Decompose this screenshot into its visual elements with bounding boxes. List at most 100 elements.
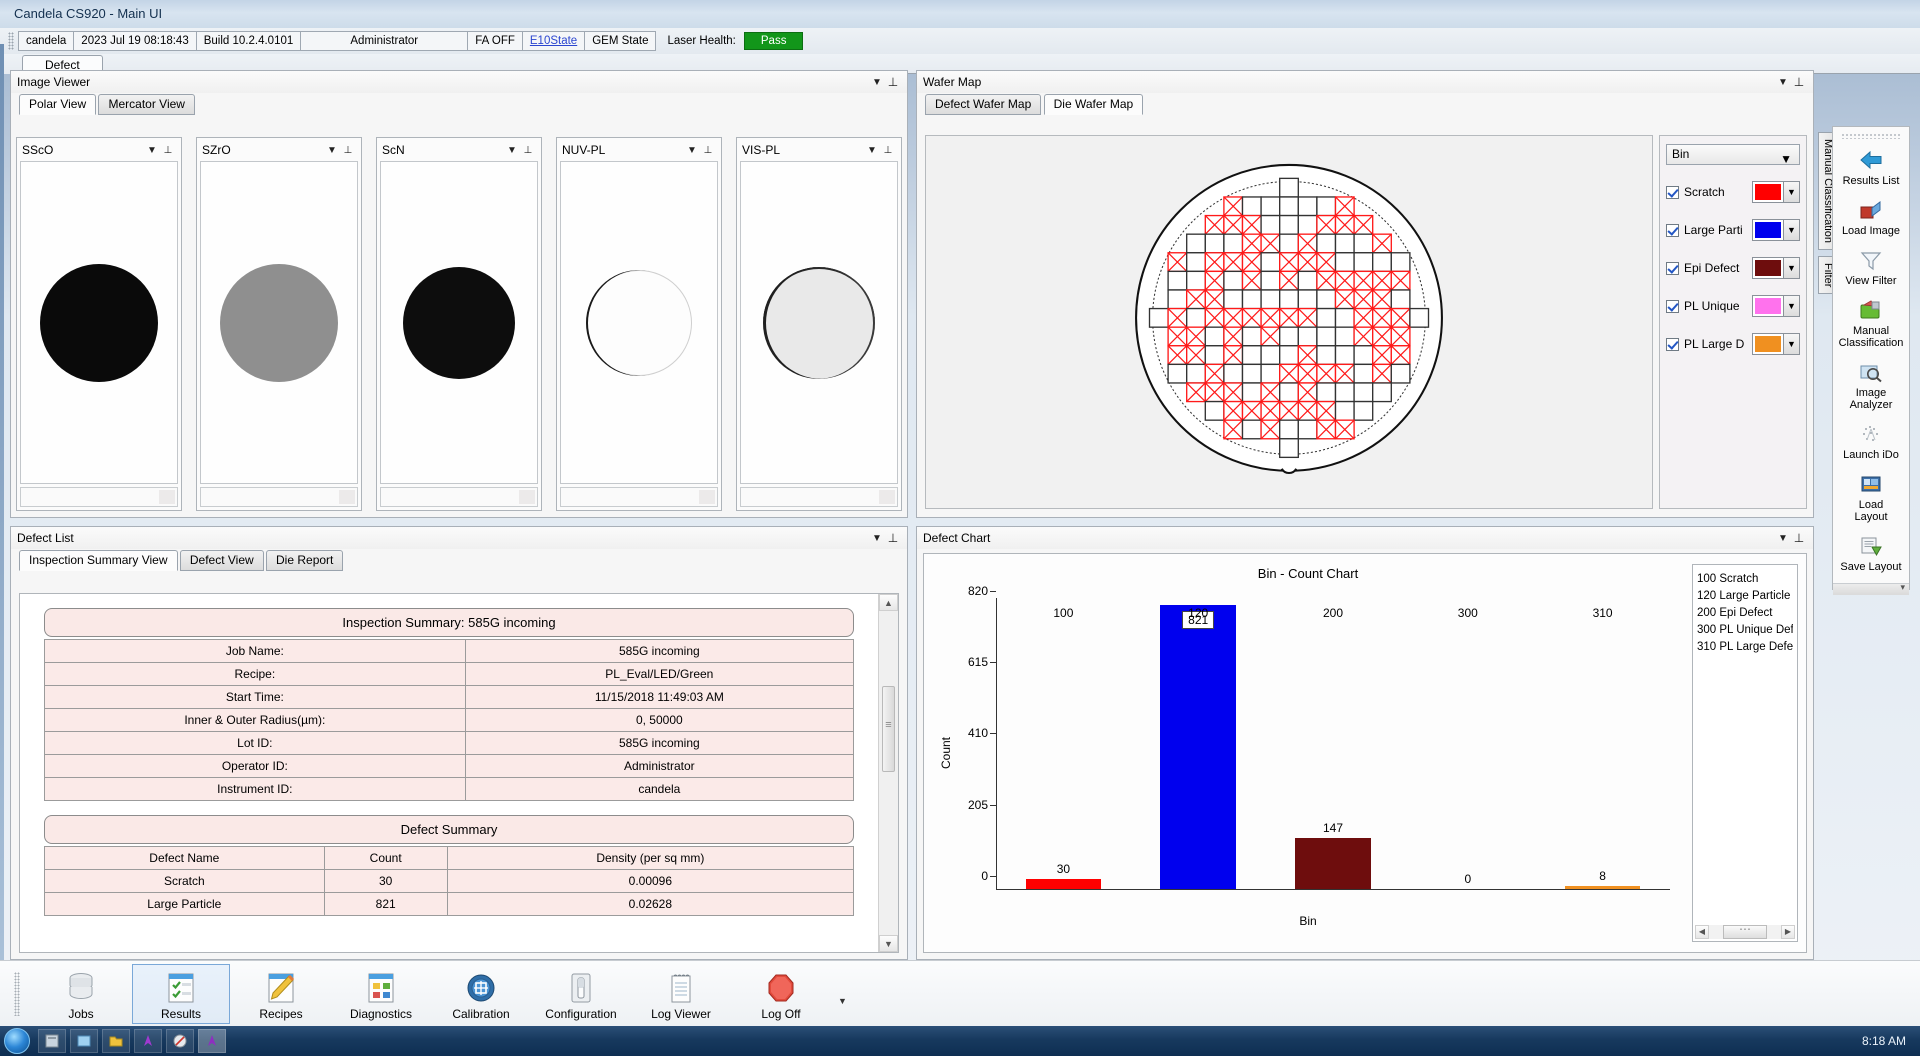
wafer-die-cell[interactable] — [1391, 253, 1410, 272]
palette-drag-handle[interactable] — [1841, 133, 1901, 139]
tab-defect-view[interactable]: Defect View — [180, 550, 264, 571]
pin-icon[interactable]: ⊥ — [885, 531, 901, 545]
wafer-die-cell[interactable] — [1261, 216, 1280, 235]
taskbar-item-candela[interactable] — [198, 1029, 226, 1053]
wafer-die-cell[interactable] — [1298, 197, 1317, 216]
wafer-die-cell[interactable] — [1205, 346, 1224, 365]
bin-color-picker[interactable]: ▼ — [1752, 295, 1800, 317]
pin-icon[interactable]: ⊥ — [880, 145, 896, 156]
tab-inspection-summary-view[interactable]: Inspection Summary View — [19, 550, 178, 571]
chart-bar-group[interactable]: 30100 — [1026, 598, 1101, 889]
wafer-die-cell[interactable] — [1150, 309, 1169, 328]
wafer-die-cell[interactable] — [1261, 271, 1280, 290]
tool-results-list[interactable]: Results List — [1833, 143, 1909, 193]
bin-checkbox[interactable] — [1666, 186, 1679, 199]
image-channel-vis-pl[interactable]: VIS-PL ▼ ⊥ — [736, 137, 902, 511]
wafer-die-cell[interactable] — [1298, 271, 1317, 290]
pin-icon[interactable]: ⊥ — [1791, 75, 1807, 89]
pin-icon[interactable]: ⊥ — [1791, 531, 1807, 545]
wafer-die-cell[interactable] — [1317, 346, 1336, 365]
chevron-down-icon[interactable]: ▼ — [1783, 334, 1799, 354]
scroll-track[interactable] — [1709, 925, 1781, 939]
pin-icon[interactable]: ⊥ — [340, 145, 356, 156]
wafer-die-cell[interactable] — [1261, 346, 1280, 365]
image-channel-scrollbar[interactable] — [380, 487, 538, 507]
chevron-down-icon[interactable]: ▼ — [869, 533, 885, 544]
nav-diagnostics[interactable]: Diagnostics — [332, 964, 430, 1024]
wafer-die-cell[interactable] — [1280, 420, 1299, 439]
nav-jobs[interactable]: Jobs — [32, 964, 130, 1024]
bin-color-picker[interactable]: ▼ — [1752, 219, 1800, 241]
bin-row-pl-large-defect[interactable]: PL Large D ▼ — [1666, 333, 1800, 355]
chevron-down-icon[interactable]: ▼ — [504, 145, 520, 156]
bin-select-dropdown[interactable]: Bin ▼ — [1666, 144, 1800, 165]
scroll-thumb[interactable] — [882, 686, 895, 772]
e10-state-link[interactable]: E10State — [522, 31, 585, 51]
start-orb-icon[interactable] — [4, 1028, 30, 1054]
fa-state-button[interactable]: FA OFF — [467, 31, 523, 51]
wafer-die-cell[interactable] — [1336, 383, 1355, 402]
wafer-die-cell[interactable] — [1336, 309, 1355, 328]
wafer-die-cell[interactable] — [1317, 327, 1336, 346]
nav-results[interactable]: Results — [132, 964, 230, 1024]
image-channel-szrO[interactable]: SZrO ▼ ⊥ — [196, 137, 362, 511]
bin-checkbox[interactable] — [1666, 262, 1679, 275]
nav-log-off[interactable]: Log Off — [732, 964, 830, 1024]
wafer-die-cell[interactable] — [1280, 178, 1299, 197]
wafer-image-canvas[interactable] — [740, 161, 898, 484]
wafer-die-cell[interactable] — [1391, 290, 1410, 309]
tab-defect-wafer-map[interactable]: Defect Wafer Map — [925, 94, 1041, 115]
bin-color-picker[interactable]: ▼ — [1752, 333, 1800, 355]
wafer-die-cell[interactable] — [1280, 346, 1299, 365]
wafer-die-cell[interactable] — [1243, 327, 1262, 346]
table-row[interactable]: Large Particle 821 0.02628 — [45, 893, 854, 916]
chevron-down-icon[interactable]: ▼ — [864, 145, 880, 156]
nav-configuration[interactable]: Configuration — [532, 964, 630, 1024]
wafer-die-cell[interactable] — [1243, 383, 1262, 402]
image-channel-sscO[interactable]: SScO ▼ ⊥ — [16, 137, 182, 511]
chevron-down-icon[interactable]: ▼ — [1775, 77, 1791, 88]
bin-checkbox[interactable] — [1666, 300, 1679, 313]
scroll-right-button[interactable]: ▶ — [1781, 925, 1795, 939]
wafer-die-cell[interactable] — [1168, 290, 1187, 309]
wafer-die-cell[interactable] — [1187, 253, 1206, 272]
taskbar-item-explorer[interactable] — [38, 1029, 66, 1053]
wafer-die-cell[interactable] — [1261, 364, 1280, 383]
wafer-die-cell[interactable] — [1298, 290, 1317, 309]
bin-count-chart[interactable]: Bin - Count Chart Count 0205410615820 30… — [924, 554, 1692, 952]
wafer-die-cell[interactable] — [1280, 197, 1299, 216]
wafer-die-cell[interactable] — [1354, 402, 1373, 421]
tool-view-filter[interactable]: View Filter — [1833, 243, 1909, 293]
wafer-die-cell[interactable] — [1298, 420, 1317, 439]
tool-save-layout[interactable]: Save Layout — [1833, 529, 1909, 579]
image-channel-scrollbar[interactable] — [20, 487, 178, 507]
wafer-die-cell[interactable] — [1354, 253, 1373, 272]
image-channel-scrollbar[interactable] — [740, 487, 898, 507]
chart-bar-group[interactable]: 8310 — [1565, 598, 1640, 889]
wafer-die-cell[interactable] — [1280, 290, 1299, 309]
chevron-down-icon[interactable]: ▼ — [1783, 258, 1799, 278]
wafer-die-cell[interactable] — [1205, 327, 1224, 346]
pin-icon[interactable]: ⊥ — [520, 145, 536, 156]
legend-horizontal-scrollbar[interactable]: ◀ ▶ — [1695, 924, 1795, 939]
wafer-die-cell[interactable] — [1243, 364, 1262, 383]
tab-polar-view[interactable]: Polar View — [19, 94, 96, 115]
pin-icon[interactable]: ⊥ — [160, 145, 176, 156]
chart-bar-group[interactable]: 0300 — [1430, 598, 1505, 889]
taskbar-item-app-b[interactable] — [166, 1029, 194, 1053]
tab-die-report[interactable]: Die Report — [266, 550, 343, 571]
wafer-die-cell[interactable] — [1243, 197, 1262, 216]
bin-row-scratch[interactable]: Scratch ▼ — [1666, 181, 1800, 203]
toolbar-drag-handle[interactable] — [8, 32, 14, 50]
pin-icon[interactable]: ⊥ — [885, 75, 901, 89]
nav-recipes[interactable]: Recipes — [232, 964, 330, 1024]
wafer-die-cell[interactable] — [1317, 234, 1336, 253]
chevron-down-icon[interactable]: ▼ — [869, 77, 885, 88]
wafer-die-cell[interactable] — [1280, 327, 1299, 346]
wafer-die-cell[interactable] — [1410, 309, 1429, 328]
wafer-die-cell[interactable] — [1354, 364, 1373, 383]
bin-checkbox[interactable] — [1666, 338, 1679, 351]
wafer-die-cell[interactable] — [1317, 290, 1336, 309]
wafer-die-cell[interactable] — [1261, 197, 1280, 216]
die-wafer-map-canvas[interactable] — [925, 135, 1653, 509]
